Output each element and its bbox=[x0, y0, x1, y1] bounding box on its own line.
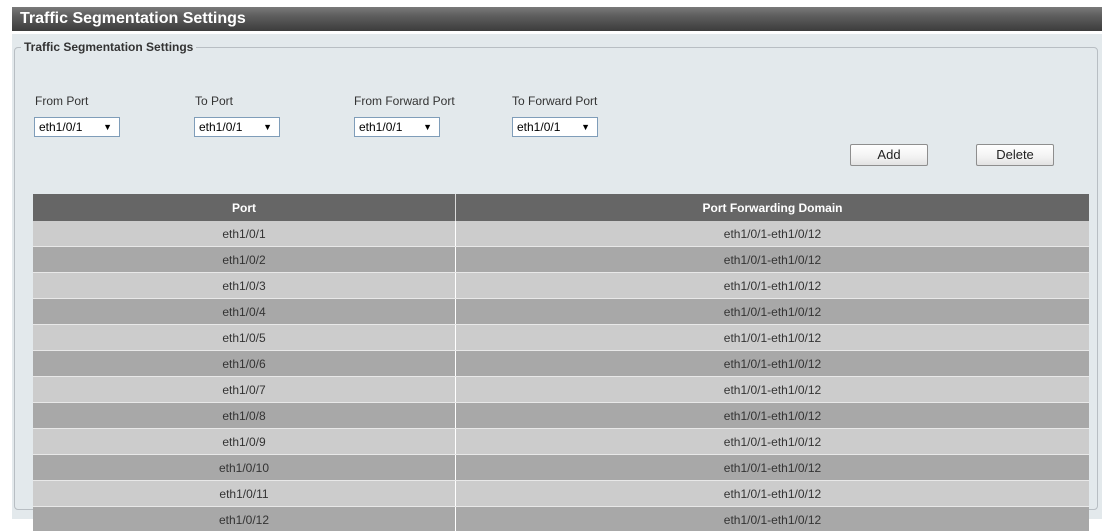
table-row: eth1/0/10 eth1/0/1-eth1/0/12 bbox=[33, 454, 1089, 481]
table-row: eth1/0/5 eth1/0/1-eth1/0/12 bbox=[33, 324, 1089, 351]
port-cell: eth1/0/7 bbox=[33, 376, 456, 403]
forwarding-domain-cell: eth1/0/1-eth1/0/12 bbox=[455, 428, 1089, 455]
port-cell: eth1/0/10 bbox=[33, 454, 456, 481]
table-row: eth1/0/9 eth1/0/1-eth1/0/12 bbox=[33, 428, 1089, 455]
segmentation-table: Port Port Forwarding Domain eth1/0/1 eth… bbox=[33, 194, 1089, 531]
port-cell: eth1/0/12 bbox=[33, 506, 456, 531]
table-row: eth1/0/8 eth1/0/1-eth1/0/12 bbox=[33, 402, 1089, 429]
from-forward-port-select[interactable]: eth1/0/1 ▼ bbox=[354, 117, 440, 137]
settings-fieldset: Traffic Segmentation Settings From Port … bbox=[14, 40, 1098, 531]
forwarding-domain-cell: eth1/0/1-eth1/0/12 bbox=[455, 272, 1089, 299]
from-port-value: eth1/0/1 bbox=[39, 120, 83, 134]
forwarding-domain-cell: eth1/0/1-eth1/0/12 bbox=[455, 246, 1089, 273]
to-port-value: eth1/0/1 bbox=[199, 120, 243, 134]
port-cell: eth1/0/6 bbox=[33, 350, 456, 377]
chevron-down-icon: ▼ bbox=[423, 122, 432, 132]
to-forward-port-value: eth1/0/1 bbox=[517, 120, 561, 134]
forwarding-domain-cell: eth1/0/1-eth1/0/12 bbox=[455, 402, 1089, 429]
table-row: eth1/0/3 eth1/0/1-eth1/0/12 bbox=[33, 272, 1089, 299]
table-row: eth1/0/7 eth1/0/1-eth1/0/12 bbox=[33, 376, 1089, 403]
page-title: Traffic Segmentation Settings bbox=[12, 7, 1102, 31]
add-button[interactable]: Add bbox=[850, 144, 928, 166]
column-header-forwarding-domain: Port Forwarding Domain bbox=[455, 194, 1089, 221]
table-row: eth1/0/11 eth1/0/1-eth1/0/12 bbox=[33, 480, 1089, 507]
forwarding-domain-cell: eth1/0/1-eth1/0/12 bbox=[455, 221, 1089, 247]
forwarding-domain-cell: eth1/0/1-eth1/0/12 bbox=[455, 324, 1089, 351]
port-cell: eth1/0/5 bbox=[33, 324, 456, 351]
port-cell: eth1/0/8 bbox=[33, 402, 456, 429]
forwarding-domain-cell: eth1/0/1-eth1/0/12 bbox=[455, 506, 1089, 531]
port-cell: eth1/0/9 bbox=[33, 428, 456, 455]
table-row: eth1/0/4 eth1/0/1-eth1/0/12 bbox=[33, 298, 1089, 325]
forwarding-domain-cell: eth1/0/1-eth1/0/12 bbox=[455, 350, 1089, 377]
from-port-select[interactable]: eth1/0/1 ▼ bbox=[34, 117, 120, 137]
to-port-label: To Port bbox=[195, 94, 234, 108]
table-row: eth1/0/6 eth1/0/1-eth1/0/12 bbox=[33, 350, 1089, 377]
chevron-down-icon: ▼ bbox=[103, 122, 112, 132]
table-header-row: Port Port Forwarding Domain bbox=[33, 194, 1089, 221]
forwarding-domain-cell: eth1/0/1-eth1/0/12 bbox=[455, 376, 1089, 403]
to-port-select[interactable]: eth1/0/1 ▼ bbox=[194, 117, 280, 137]
forwarding-domain-cell: eth1/0/1-eth1/0/12 bbox=[455, 454, 1089, 481]
forwarding-domain-cell: eth1/0/1-eth1/0/12 bbox=[455, 480, 1089, 507]
from-forward-port-value: eth1/0/1 bbox=[359, 120, 403, 134]
page: Traffic Segmentation Settings Traffic Se… bbox=[0, 0, 1105, 531]
to-forward-port-label: To Forward Port bbox=[512, 94, 598, 108]
chevron-down-icon: ▼ bbox=[581, 122, 590, 132]
delete-button[interactable]: Delete bbox=[976, 144, 1054, 166]
port-cell: eth1/0/4 bbox=[33, 298, 456, 325]
port-cell: eth1/0/3 bbox=[33, 272, 456, 299]
settings-panel: Traffic Segmentation Settings From Port … bbox=[12, 34, 1102, 531]
table-row: eth1/0/1 eth1/0/1-eth1/0/12 bbox=[33, 221, 1089, 247]
chevron-down-icon: ▼ bbox=[263, 122, 272, 132]
column-header-port: Port bbox=[33, 194, 456, 221]
to-forward-port-select[interactable]: eth1/0/1 ▼ bbox=[512, 117, 598, 137]
settings-legend: Traffic Segmentation Settings bbox=[24, 40, 194, 54]
table-row: eth1/0/12 eth1/0/1-eth1/0/12 bbox=[33, 506, 1089, 531]
port-cell: eth1/0/11 bbox=[33, 480, 456, 507]
port-cell: eth1/0/2 bbox=[33, 246, 456, 273]
forwarding-domain-cell: eth1/0/1-eth1/0/12 bbox=[455, 298, 1089, 325]
from-port-label: From Port bbox=[35, 94, 89, 108]
table-row: eth1/0/2 eth1/0/1-eth1/0/12 bbox=[33, 246, 1089, 273]
from-forward-port-label: From Forward Port bbox=[354, 94, 455, 108]
port-cell: eth1/0/1 bbox=[33, 221, 456, 247]
